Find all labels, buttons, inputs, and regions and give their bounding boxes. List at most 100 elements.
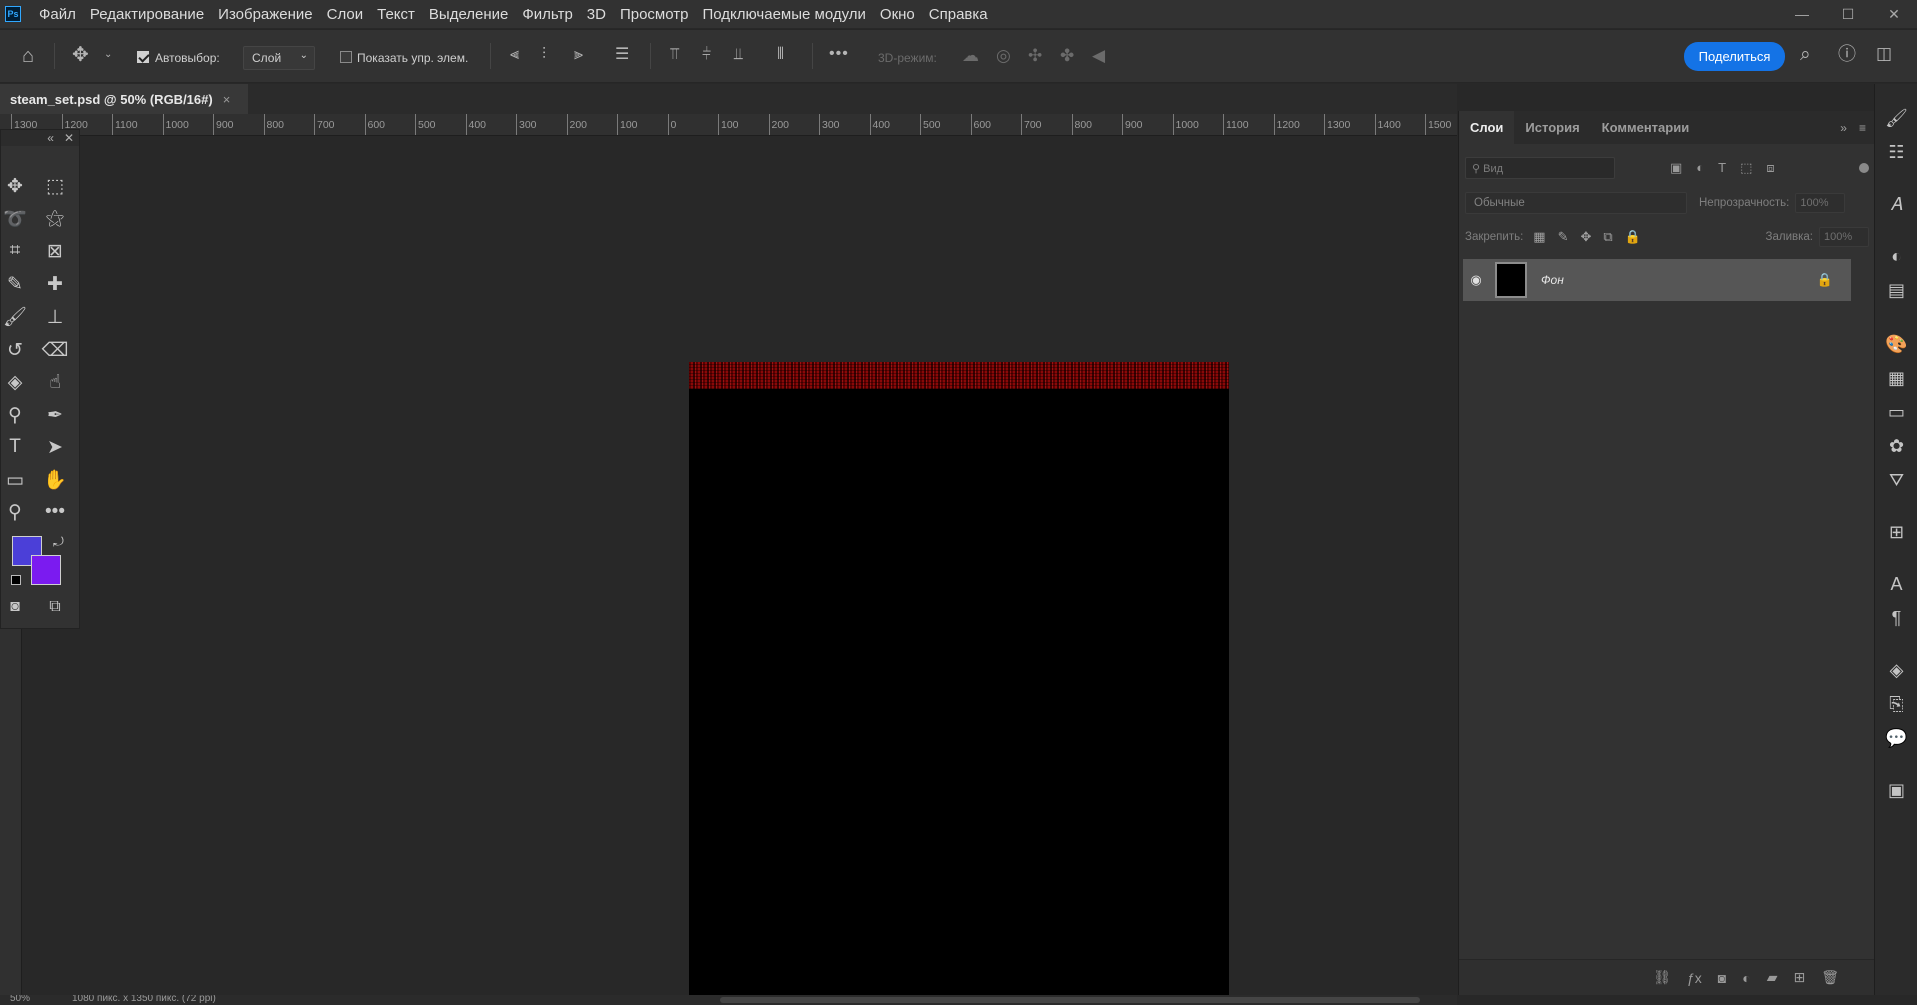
align-left-icon[interactable]: ⫷ bbox=[510, 47, 519, 63]
layers-icon[interactable]: ◈ bbox=[1875, 660, 1917, 681]
opacity-field[interactable]: 100% bbox=[1795, 193, 1846, 213]
adjustment-layer-icon[interactable]: ◐ bbox=[1742, 970, 1750, 986]
comments-icon[interactable]: 💬 bbox=[1875, 728, 1917, 749]
frame-tool-icon[interactable]: ⊠ bbox=[41, 237, 69, 265]
swap-colors-icon[interactable]: ⤾ bbox=[53, 534, 64, 550]
lock-artboard-icon[interactable]: ⧉ bbox=[1603, 229, 1612, 245]
layer-filter-select[interactable]: ⚲ Вид bbox=[1465, 157, 1615, 179]
align-center-h-icon[interactable]: ⫶ bbox=[542, 47, 546, 63]
paragraph-icon[interactable]: ¶ bbox=[1875, 608, 1917, 629]
quick-mask-icon[interactable]: ◙ bbox=[1, 593, 29, 621]
search-icon[interactable]: ⌕ bbox=[1800, 45, 1811, 64]
menu-view[interactable]: Просмотр bbox=[620, 6, 689, 23]
close-window-icon[interactable]: ✕ bbox=[1871, 0, 1917, 28]
menu-layers[interactable]: Слои bbox=[327, 6, 363, 23]
color-palette-icon[interactable]: 🎨 bbox=[1875, 334, 1917, 355]
smudge-tool-icon[interactable]: ☝ bbox=[41, 368, 69, 396]
tab-layers[interactable]: Слои bbox=[1459, 111, 1515, 144]
path-selection-tool-icon[interactable]: ➤ bbox=[41, 433, 69, 461]
move-tool-icon[interactable]: ✥ bbox=[72, 45, 89, 65]
hand-tool-icon[interactable]: ✋ bbox=[41, 466, 69, 494]
fill-field[interactable]: 100% bbox=[1819, 227, 1869, 247]
align-right-icon[interactable]: ⫸ bbox=[574, 47, 583, 63]
menu-plugins[interactable]: Подключаемые модули bbox=[702, 6, 865, 23]
history-icon[interactable]: ⎘ bbox=[1875, 694, 1917, 715]
type-tool-icon[interactable]: T bbox=[1, 433, 29, 461]
horizontal-scrollbar[interactable] bbox=[720, 997, 1420, 1003]
align-middle-v-icon[interactable]: ⫩ bbox=[702, 47, 711, 63]
home-icon[interactable]: ⌂ bbox=[22, 46, 34, 66]
dodge-tool-icon[interactable]: ⚲ bbox=[1, 401, 29, 429]
more-tools-icon[interactable]: ••• bbox=[41, 498, 69, 526]
eyedropper-tool-icon[interactable]: ✎ bbox=[1, 270, 29, 298]
default-colors-icon[interactable] bbox=[11, 575, 21, 585]
filter-toggle[interactable] bbox=[1859, 163, 1869, 173]
blend-mode-select[interactable]: Обычные bbox=[1465, 192, 1687, 214]
tab-history[interactable]: История bbox=[1514, 111, 1590, 144]
libraries-icon[interactable]: ▤ bbox=[1875, 280, 1917, 301]
gradients-icon[interactable]: ▭ bbox=[1875, 402, 1917, 423]
distribute-v-icon[interactable]: ☰ bbox=[615, 47, 629, 63]
brush-settings-icon[interactable]: 🖌 bbox=[1875, 108, 1917, 129]
filter-pixel-icon[interactable]: ▣ bbox=[1670, 160, 1682, 176]
panel-menu-icon[interactable]: ≡ bbox=[1859, 121, 1866, 135]
document-tab[interactable]: steam_set.psd @ 50% (RGB/16#) × bbox=[0, 84, 248, 114]
magic-wand-tool-icon[interactable]: ⚝ bbox=[41, 205, 69, 233]
swatches-icon[interactable]: ▦ bbox=[1875, 368, 1917, 389]
character-icon[interactable]: A bbox=[1875, 574, 1917, 595]
background-color-swatch[interactable] bbox=[31, 555, 61, 585]
help-icon[interactable]: ⓘ bbox=[1838, 45, 1856, 63]
menu-edit[interactable]: Редактирование bbox=[90, 6, 204, 23]
photoshop-logo[interactable]: Ps bbox=[5, 6, 21, 22]
new-layer-icon[interactable]: ⊞ bbox=[1793, 969, 1805, 986]
link-layers-icon[interactable]: ⛓ bbox=[1653, 969, 1671, 986]
tab-comments[interactable]: Комментарии bbox=[1591, 111, 1701, 144]
distribute-h-icon[interactable]: ⦀ bbox=[777, 47, 784, 63]
eraser-tool-icon[interactable]: ⌫ bbox=[41, 336, 69, 364]
workspace-icon[interactable]: ◫ bbox=[1876, 45, 1892, 62]
paint-bucket-tool-icon[interactable]: ◈ bbox=[1, 368, 29, 396]
pen-tool-icon[interactable]: ✒ bbox=[41, 401, 69, 429]
adjustments-sliders-icon[interactable]: ☷ bbox=[1875, 142, 1917, 163]
close-tab-icon[interactable]: × bbox=[223, 92, 231, 107]
zoom-tool-icon[interactable]: ⚲ bbox=[1, 498, 29, 526]
autoselect-target-select[interactable]: Слой ⌄ bbox=[243, 46, 315, 70]
menu-image[interactable]: Изображение bbox=[218, 6, 313, 23]
lasso-tool-icon[interactable]: ➰ bbox=[1, 205, 29, 233]
canvas-workspace[interactable] bbox=[22, 136, 1457, 1005]
delete-layer-icon[interactable]: 🗑 bbox=[1821, 969, 1839, 986]
paths-icon[interactable]: ⛛ bbox=[1875, 470, 1917, 491]
chevron-down-icon[interactable]: ⌄ bbox=[104, 50, 112, 60]
more-options-icon[interactable]: ••• bbox=[829, 46, 849, 62]
patterns-icon[interactable]: ✿ bbox=[1875, 436, 1917, 457]
lock-transparent-icon[interactable]: ▦ bbox=[1533, 229, 1545, 245]
lock-all-icon[interactable]: 🔒 bbox=[1625, 229, 1641, 245]
layer-style-icon[interactable]: ƒx bbox=[1687, 970, 1702, 986]
screen-mode-icon[interactable]: ⧉ bbox=[41, 593, 69, 621]
filter-shape-icon[interactable]: ⬚ bbox=[1740, 160, 1752, 176]
menu-type[interactable]: Текст bbox=[377, 6, 415, 23]
marquee-tool-icon[interactable]: ⬚ bbox=[41, 172, 69, 200]
healing-brush-tool-icon[interactable]: ✚ bbox=[41, 270, 69, 298]
zoom-level[interactable]: 50% bbox=[10, 995, 30, 1004]
history-brush-tool-icon[interactable]: ↺ bbox=[1, 336, 29, 364]
glyphs-icon[interactable]: 𝐴 bbox=[1875, 194, 1917, 215]
rectangle-tool-icon[interactable]: ▭ bbox=[1, 466, 29, 494]
menu-file[interactable]: Файл bbox=[39, 6, 76, 23]
channels-icon[interactable]: ⊞ bbox=[1875, 522, 1917, 543]
align-bottom-icon[interactable]: ⫫ bbox=[734, 47, 743, 63]
collapse-panel-icon[interactable]: » bbox=[1840, 121, 1847, 135]
menu-select[interactable]: Выделение bbox=[429, 6, 508, 23]
minimize-icon[interactable]: — bbox=[1779, 0, 1825, 28]
share-button[interactable]: Поделиться bbox=[1684, 42, 1785, 71]
eye-icon[interactable]: ◉ bbox=[1463, 272, 1489, 288]
move-tool-icon[interactable]: ✥ bbox=[1, 172, 29, 200]
menu-filter[interactable]: Фильтр bbox=[522, 6, 572, 23]
layer-row[interactable]: ◉ Фон 🔒 bbox=[1463, 259, 1851, 301]
filter-smart-object-icon[interactable]: ⧈ bbox=[1766, 160, 1774, 176]
lock-position-icon[interactable]: ✥ bbox=[1580, 229, 1591, 245]
adjustments-icon[interactable]: ◐ bbox=[1875, 246, 1917, 267]
brush-tool-icon[interactable]: 🖌 bbox=[1, 303, 29, 331]
add-mask-icon[interactable]: ◙ bbox=[1718, 970, 1726, 986]
menu-3d[interactable]: 3D bbox=[587, 6, 606, 23]
